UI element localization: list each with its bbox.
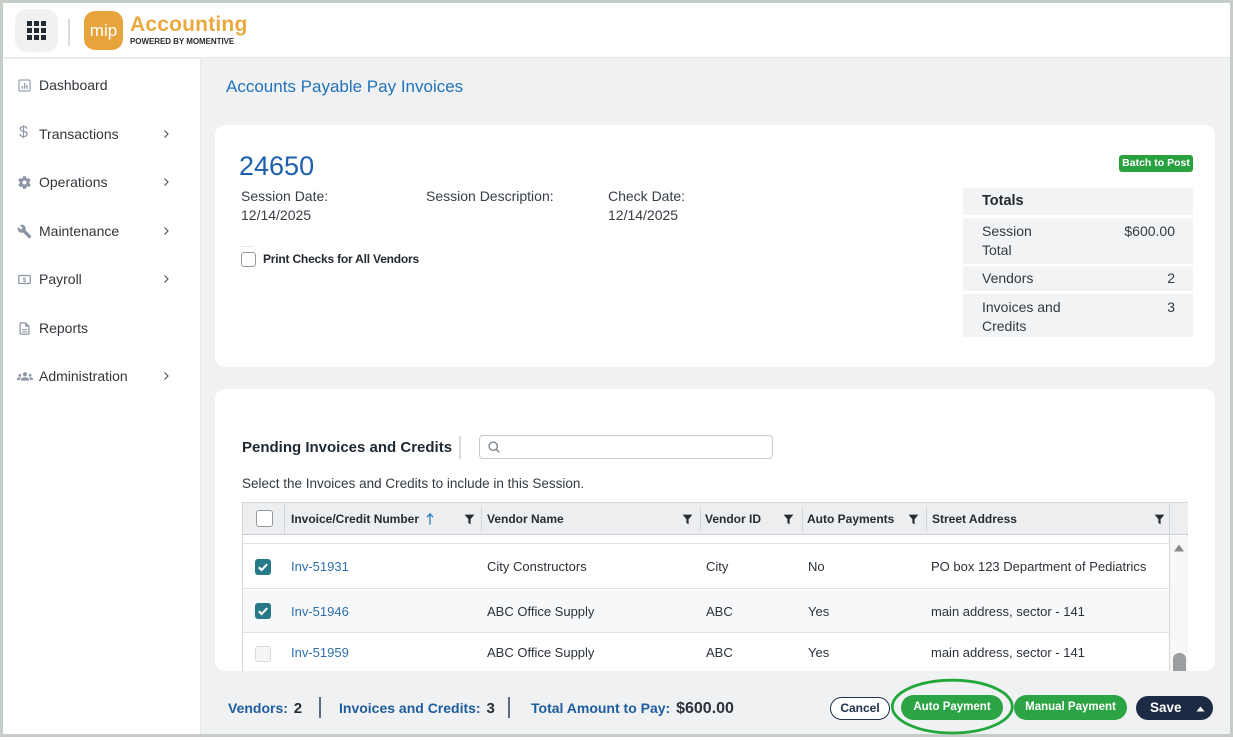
svg-text:$: $: [23, 277, 27, 284]
